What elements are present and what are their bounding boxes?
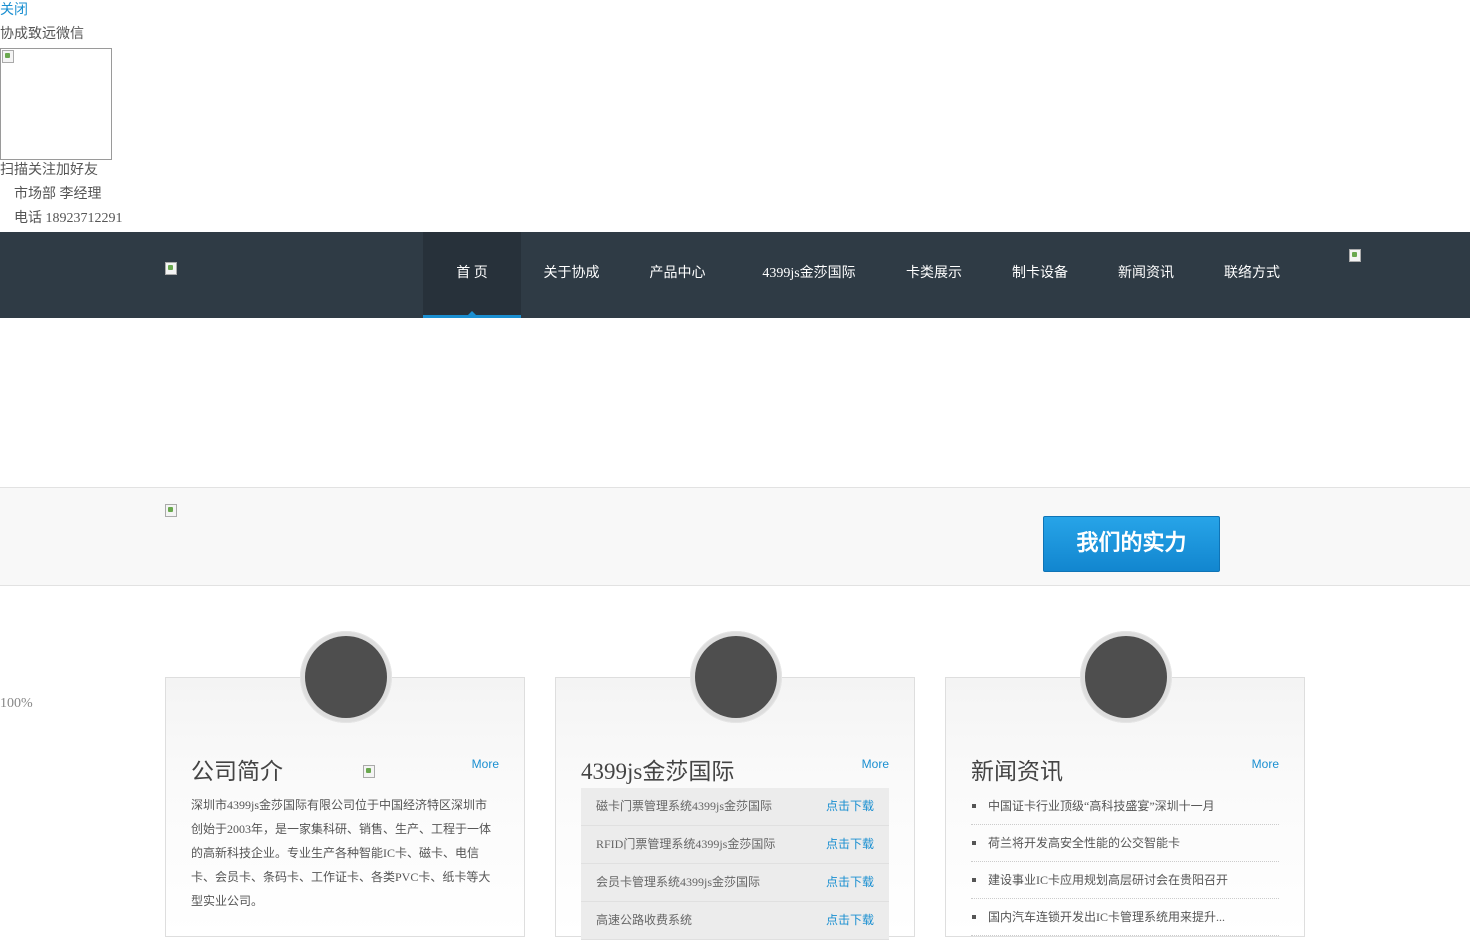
news-item[interactable]: 中国证卡行业顶级“高科技盛宴”深圳十一月 <box>971 788 1279 825</box>
nav-label: 新闻资讯 <box>1118 266 1174 281</box>
nav-label: 卡类展示 <box>906 266 962 281</box>
nav-item-contact[interactable]: 联络方式 <box>1202 232 1302 318</box>
banner <box>0 318 1470 487</box>
nav-right-image <box>1349 249 1361 262</box>
download-name: 会员卡管理系统4399js金莎国际 <box>596 875 761 889</box>
download-name: 高速公路收费系统 <box>596 913 693 927</box>
strip-image <box>165 504 177 517</box>
broken-image-icon <box>2 50 14 63</box>
nav-item-downloads[interactable]: 4399js金莎国际 <box>743 232 875 318</box>
card-icon-ring <box>1080 631 1172 723</box>
nav-label: 关于协成 <box>543 266 600 282</box>
wechat-title: 协成致远微信 <box>0 27 84 42</box>
contact-phone: 电话 18923712291 <box>14 211 123 226</box>
list-item: 高速公路收费系统 点击下载 <box>581 902 889 940</box>
list-item: RFID门票管理系统4399js金莎国际 点击下载 <box>581 826 889 864</box>
about-text: 深圳市4399js金莎国际有限公司位于中国经济特区深圳市创始于2003年，是一家… <box>191 798 492 908</box>
our-strength-button[interactable]: 我们的实力 <box>1043 516 1220 572</box>
nav-item-products[interactable]: 产品中心 <box>627 232 733 318</box>
news-list: 中国证卡行业顶级“高科技盛宴”深圳十一月 荷兰将开发高安全性能的公交智能卡 建设… <box>971 788 1279 936</box>
site-logo[interactable] <box>165 262 177 275</box>
about-image <box>363 765 375 778</box>
card-about: 公司简介 More 深圳市4399js金莎国际有限公司位于中国经济特区深圳市创始… <box>165 631 525 937</box>
more-link[interactable]: More <box>472 757 499 771</box>
nav-item-home[interactable]: 首 页 <box>423 232 521 318</box>
news-item[interactable]: 建设事业IC卡应用规划高层研讨会在贵阳召开 <box>971 862 1279 899</box>
list-item: 磁卡门票管理系统4399js金莎国际 点击下载 <box>581 788 889 826</box>
list-item: 会员卡管理系统4399js金莎国际 点击下载 <box>581 864 889 902</box>
download-list: 磁卡门票管理系统4399js金莎国际 点击下载 RFID门票管理系统4399js… <box>581 788 889 940</box>
download-link[interactable]: 点击下载 <box>826 902 874 939</box>
close-link[interactable]: 关闭 <box>0 2 28 20</box>
home-icon <box>305 636 387 718</box>
contact-department: 市场部 李经理 <box>14 187 102 202</box>
download-link[interactable]: 点击下载 <box>826 788 874 825</box>
more-link[interactable]: More <box>1252 757 1279 771</box>
more-link[interactable]: More <box>862 757 889 771</box>
download-name: 磁卡门票管理系统4399js金莎国际 <box>596 799 773 813</box>
nav-item-cards[interactable]: 卡类展示 <box>884 232 984 318</box>
wechat-qr-image <box>0 48 112 160</box>
card-title: 新闻资讯 <box>971 759 1063 784</box>
download-name: RFID门票管理系统4399js金莎国际 <box>596 837 776 851</box>
nav-label: 联络方式 <box>1224 266 1280 281</box>
main-nav: 首 页 关于协成 产品中心 4399js金莎国际 卡类展示 制卡设备 新闻资讯 … <box>0 232 1470 318</box>
nav-item-equipment[interactable]: 制卡设备 <box>990 232 1090 318</box>
card-title: 公司简介 <box>191 759 283 784</box>
news-item[interactable]: 国内汽车连锁开发出IC卡管理系统用来提升... <box>971 899 1279 936</box>
nav-label: 4399js金莎国际 <box>762 266 856 281</box>
download-link[interactable]: 点击下载 <box>826 864 874 901</box>
wechat-scan-text: 扫描关注加好友 <box>0 163 98 178</box>
card-downloads: 4399js金莎国际 More 磁卡门票管理系统4399js金莎国际 点击下载 … <box>555 631 915 940</box>
card-icon-ring <box>300 631 392 723</box>
download-icon <box>695 636 777 718</box>
card-title: 4399js金莎国际 <box>581 759 735 784</box>
news-item[interactable]: 荷兰将开发高安全性能的公交智能卡 <box>971 825 1279 862</box>
nav-label: 制卡设备 <box>1012 266 1068 281</box>
nav-item-news[interactable]: 新闻资讯 <box>1096 232 1196 318</box>
nav-label: 产品中心 <box>649 266 706 282</box>
nav-item-about[interactable]: 关于协成 <box>521 232 627 318</box>
nav-label: 首 页 <box>456 266 488 281</box>
download-link[interactable]: 点击下载 <box>826 826 874 863</box>
percent-text: 100% <box>0 696 33 711</box>
news-icon <box>1085 636 1167 718</box>
card-news: 新闻资讯 More 中国证卡行业顶级“高科技盛宴”深圳十一月 荷兰将开发高安全性… <box>945 631 1305 937</box>
card-icon-ring <box>690 631 782 723</box>
strength-strip: 我们的实力 <box>0 487 1470 586</box>
